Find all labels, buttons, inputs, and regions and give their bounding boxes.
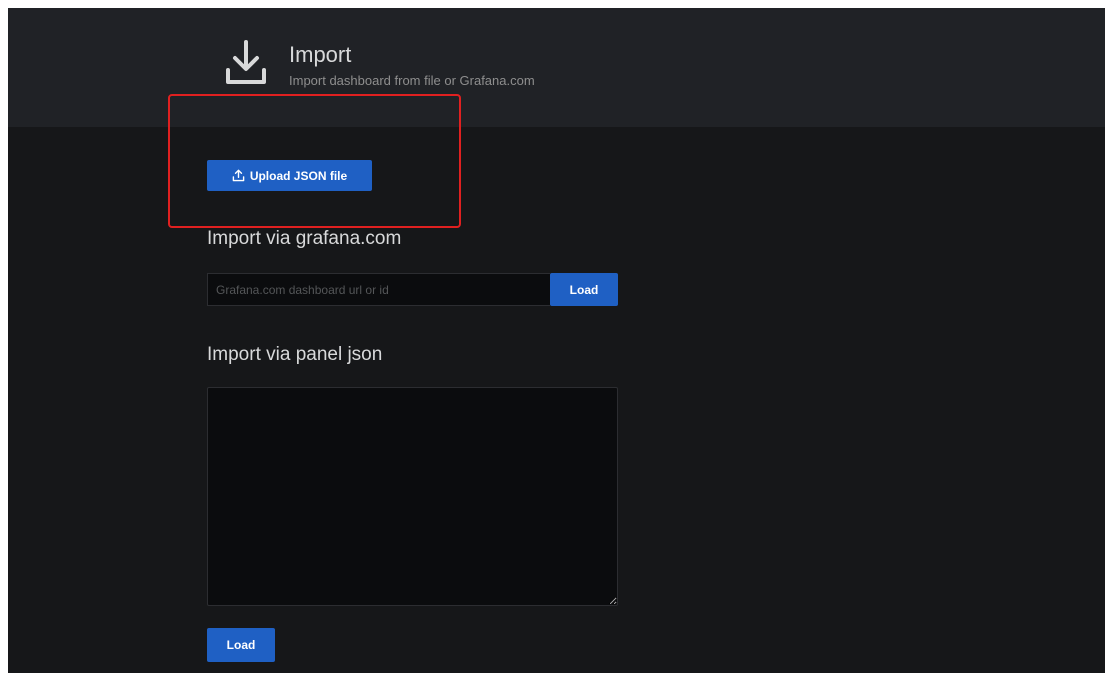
upload-json-button[interactable]: Upload JSON file (207, 160, 372, 191)
import-page: Import Import dashboard from file or Gra… (8, 8, 1105, 673)
grafana-url-input[interactable] (207, 273, 550, 306)
page-subtitle: Import dashboard from file or Grafana.co… (289, 73, 535, 88)
upload-icon (232, 169, 245, 182)
page-title: Import (289, 42, 352, 67)
load-json-button[interactable]: Load (207, 628, 275, 662)
grafana-import-title: Import via grafana.com (207, 228, 402, 249)
panel-json-textarea[interactable] (207, 387, 618, 606)
import-download-icon (226, 40, 266, 84)
panel-json-import-title: Import via panel json (207, 344, 383, 365)
load-grafana-button[interactable]: Load (550, 273, 618, 306)
upload-button-label: Upload JSON file (249, 168, 348, 183)
